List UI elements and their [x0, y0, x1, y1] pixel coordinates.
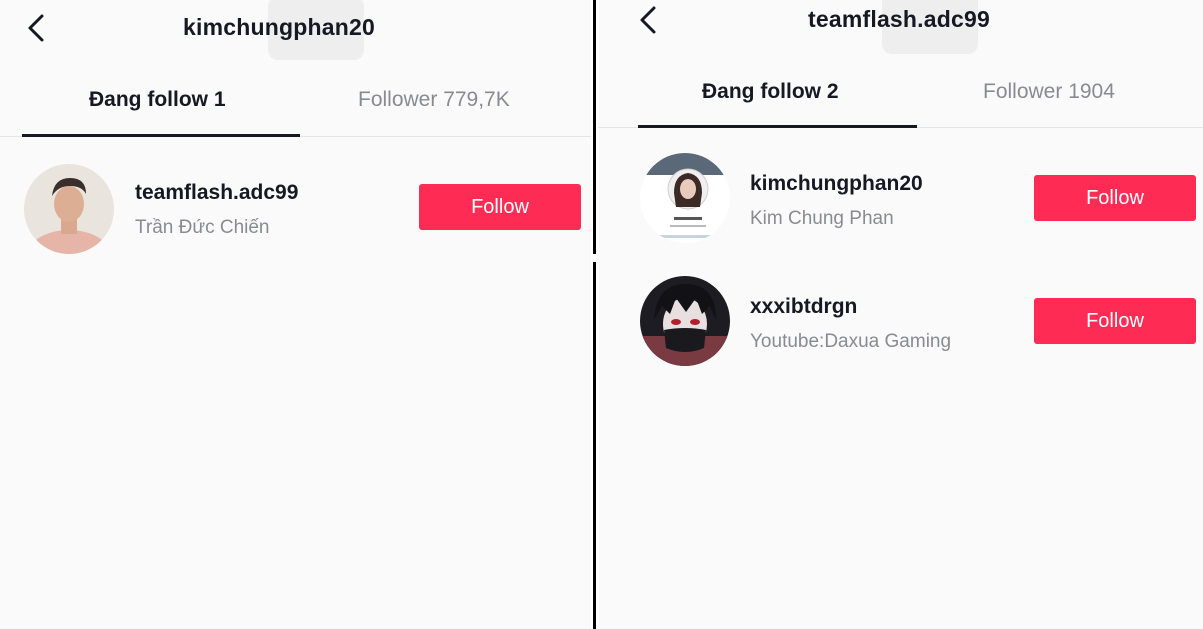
- username[interactable]: xxxibtdrgn: [750, 295, 857, 319]
- follow-button[interactable]: Follow: [419, 184, 581, 230]
- avatar[interactable]: [24, 164, 114, 254]
- follow-button[interactable]: Follow: [1034, 175, 1196, 221]
- list-item[interactable]: kimchungphan20 Kim Chung Phan Follow: [598, 150, 1203, 250]
- tab-bar: Đang follow 2 Follower 1904: [598, 62, 1203, 128]
- avatar-screenshot-thumbnail: [640, 153, 730, 243]
- tab-following[interactable]: Đang follow 1: [22, 70, 300, 137]
- username[interactable]: teamflash.adc99: [135, 181, 298, 205]
- page-title: kimchungphan20: [183, 14, 375, 40]
- display-name: Youtube:Daxua Gaming: [750, 331, 952, 352]
- tab-label: Follower 779,7K: [358, 88, 510, 111]
- chevron-left-icon: [640, 6, 656, 34]
- list-item[interactable]: teamflash.adc99 Trần Đức Chiến Follow: [0, 161, 591, 261]
- display-name: Trần Đức Chiến: [135, 217, 270, 238]
- tab-bar: Đang follow 1 Follower 779,7K: [0, 70, 591, 137]
- tab-label: Đang follow 2: [702, 80, 839, 103]
- display-name: Kim Chung Phan: [750, 208, 894, 229]
- left-profile-panel: kimchungphan20 Đang follow 1 Follower 77…: [0, 0, 591, 629]
- right-profile-panel: teamflash.adc99 Đang follow 2 Follower 1…: [598, 0, 1203, 629]
- tab-label: Đang follow 1: [89, 88, 226, 111]
- tab-underline: [22, 134, 300, 137]
- avatar[interactable]: [640, 153, 730, 243]
- avatar-anime-character: [640, 276, 730, 366]
- follow-button[interactable]: Follow: [1034, 298, 1196, 344]
- back-button[interactable]: [636, 5, 662, 35]
- list-item[interactable]: xxxibtdrgn Youtube:Daxua Gaming Follow: [598, 273, 1203, 373]
- tab-underline: [638, 125, 917, 128]
- avatar[interactable]: [640, 276, 730, 366]
- tab-followers[interactable]: Follower 779,7K: [300, 70, 591, 136]
- username[interactable]: kimchungphan20: [750, 172, 923, 196]
- tab-label: Follower 1904: [983, 80, 1115, 103]
- chevron-left-icon: [28, 14, 44, 42]
- avatar-photo: [24, 164, 114, 254]
- tab-following[interactable]: Đang follow 2: [638, 62, 917, 128]
- panel-divider: [591, 0, 598, 629]
- back-button[interactable]: [24, 13, 50, 43]
- tab-followers[interactable]: Follower 1904: [917, 62, 1203, 127]
- page-title: teamflash.adc99: [808, 6, 990, 32]
